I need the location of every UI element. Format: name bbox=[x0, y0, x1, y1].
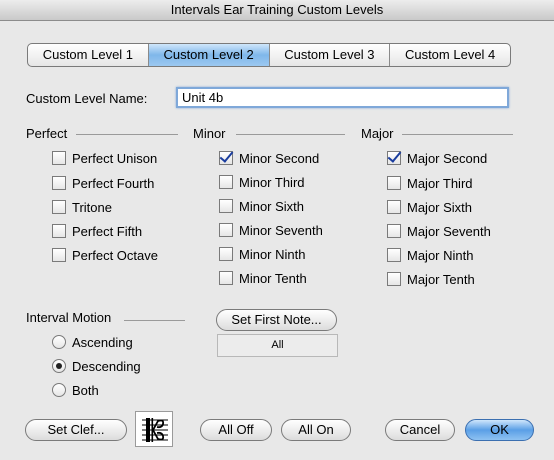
checkbox-label: Perfect Unison bbox=[72, 150, 158, 166]
window-title: Intervals Ear Training Custom Levels bbox=[0, 0, 554, 21]
checkbox-box[interactable] bbox=[219, 199, 233, 213]
checkbox-label: Major Seventh bbox=[407, 223, 491, 239]
checkbox-minor-sixth[interactable]: Minor Sixth bbox=[219, 197, 304, 215]
radio-label: Ascending bbox=[72, 334, 133, 350]
checkbox-major-second[interactable]: Major Second bbox=[387, 149, 487, 167]
checkbox-perfect-fourth[interactable]: Perfect Fourth bbox=[52, 174, 154, 192]
checkbox-label: Major Ninth bbox=[407, 247, 474, 263]
checkbox-box[interactable] bbox=[219, 175, 233, 189]
radio-button-selected[interactable] bbox=[52, 359, 66, 373]
checkbox-box[interactable] bbox=[387, 176, 401, 190]
checkbox-box-checked[interactable] bbox=[219, 151, 233, 165]
checkbox-label: Minor Second bbox=[239, 150, 320, 166]
tab-custom-level-4[interactable]: Custom Level 4 bbox=[390, 44, 510, 66]
radio-label: Both bbox=[72, 382, 99, 398]
interval-motion-title: Interval Motion bbox=[26, 310, 112, 325]
checkbox-label: Perfect Fifth bbox=[72, 223, 143, 239]
checkbox-box[interactable] bbox=[52, 151, 66, 165]
checkbox-box-checked[interactable] bbox=[387, 151, 401, 165]
checkbox-tritone[interactable]: Tritone bbox=[52, 198, 112, 216]
checkbox-label: Major Tenth bbox=[407, 271, 475, 287]
checkbox-major-sixth[interactable]: Major Sixth bbox=[387, 198, 472, 216]
checkbox-label: Perfect Octave bbox=[72, 247, 158, 263]
level-name-field[interactable]: Unit 4b bbox=[176, 87, 509, 108]
clef-preview bbox=[135, 411, 173, 447]
radio-button[interactable] bbox=[52, 383, 66, 397]
minor-group-title: Minor bbox=[193, 126, 226, 141]
checkbox-label: Major Sixth bbox=[407, 199, 473, 215]
radio-ascending[interactable]: Ascending bbox=[52, 333, 133, 351]
radio-button[interactable] bbox=[52, 335, 66, 349]
checkbox-label: Major Second bbox=[407, 150, 488, 166]
minor-separator bbox=[236, 134, 345, 135]
perfect-separator bbox=[76, 134, 178, 135]
level-name-label: Custom Level Name: bbox=[26, 91, 148, 106]
first-note-value: All bbox=[217, 334, 338, 357]
checkbox-label: Major Third bbox=[407, 175, 473, 191]
checkbox-major-tenth[interactable]: Major Tenth bbox=[387, 270, 475, 288]
cancel-button[interactable]: Cancel bbox=[385, 419, 455, 441]
checkbox-minor-seventh[interactable]: Minor Seventh bbox=[219, 221, 323, 239]
checkbox-box[interactable] bbox=[219, 223, 233, 237]
major-separator bbox=[402, 134, 513, 135]
checkbox-major-ninth[interactable]: Major Ninth bbox=[387, 246, 473, 264]
checkbox-perfect-unison[interactable]: Perfect Unison bbox=[52, 149, 157, 167]
tab-custom-level-3[interactable]: Custom Level 3 bbox=[270, 44, 391, 66]
checkbox-label: Minor Third bbox=[239, 174, 305, 190]
checkbox-minor-ninth[interactable]: Minor Ninth bbox=[219, 245, 305, 263]
radio-both[interactable]: Both bbox=[52, 381, 99, 399]
checkbox-box[interactable] bbox=[52, 224, 66, 238]
checkbox-perfect-octave[interactable]: Perfect Octave bbox=[52, 246, 158, 264]
checkbox-box[interactable] bbox=[219, 271, 233, 285]
checkbox-major-third[interactable]: Major Third bbox=[387, 174, 473, 192]
checkbox-box[interactable] bbox=[52, 176, 66, 190]
all-off-button[interactable]: All Off bbox=[200, 419, 272, 441]
motion-separator bbox=[124, 320, 185, 321]
tab-custom-level-2[interactable]: Custom Level 2 bbox=[148, 44, 270, 66]
all-on-button[interactable]: All On bbox=[281, 419, 351, 441]
checkbox-label: Minor Seventh bbox=[239, 222, 323, 238]
radio-descending[interactable]: Descending bbox=[52, 357, 141, 375]
radio-label: Descending bbox=[72, 358, 141, 374]
set-first-note-button[interactable]: Set First Note... bbox=[216, 309, 337, 331]
major-group-title: Major bbox=[361, 126, 394, 141]
checkbox-label: Minor Sixth bbox=[239, 198, 305, 214]
checkbox-box[interactable] bbox=[219, 247, 233, 261]
alto-clef-icon bbox=[142, 418, 168, 442]
checkbox-label: Minor Tenth bbox=[239, 270, 307, 286]
tab-custom-level-1[interactable]: Custom Level 1 bbox=[28, 44, 149, 66]
checkbox-box[interactable] bbox=[387, 248, 401, 262]
checkbox-minor-third[interactable]: Minor Third bbox=[219, 173, 305, 191]
checkbox-perfect-fifth[interactable]: Perfect Fifth bbox=[52, 222, 142, 240]
checkbox-label: Tritone bbox=[72, 199, 112, 215]
checkbox-minor-second[interactable]: Minor Second bbox=[219, 149, 319, 167]
checkbox-minor-tenth[interactable]: Minor Tenth bbox=[219, 269, 307, 287]
set-clef-button[interactable]: Set Clef... bbox=[25, 419, 127, 441]
checkbox-label: Perfect Fourth bbox=[72, 175, 155, 191]
checkbox-box[interactable] bbox=[387, 224, 401, 238]
checkbox-box[interactable] bbox=[52, 248, 66, 262]
checkbox-box[interactable] bbox=[52, 200, 66, 214]
checkbox-box[interactable] bbox=[387, 200, 401, 214]
checkbox-label: Minor Ninth bbox=[239, 246, 306, 262]
level-tabs: Custom Level 1 Custom Level 2 Custom Lev… bbox=[27, 43, 511, 67]
perfect-group-title: Perfect bbox=[26, 126, 68, 141]
checkbox-major-seventh[interactable]: Major Seventh bbox=[387, 222, 491, 240]
ok-button[interactable]: OK bbox=[465, 419, 534, 441]
checkbox-box[interactable] bbox=[387, 272, 401, 286]
